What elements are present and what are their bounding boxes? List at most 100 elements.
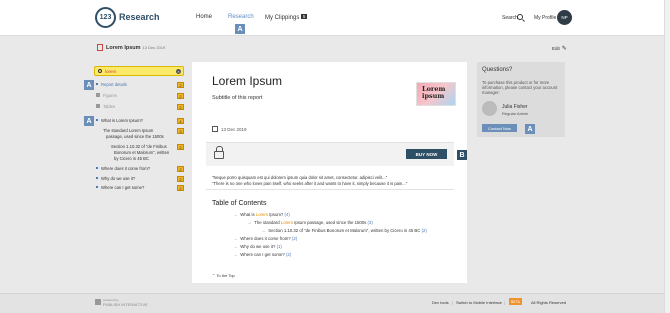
sidebar-toc-label: Where can I get some? [101,185,145,190]
sidebar-toc-item[interactable]: The standard Lorem Ipsum [103,128,153,133]
sidebar-toc-label-cont: by Cicero in 45 BC [114,156,149,161]
toc-item[interactable]: → Where does it come from? (2) [233,236,297,241]
lock-icon [214,146,224,159]
toc-text: Where does it come from? [240,236,291,241]
contact-name: Julia Fisher [502,104,528,110]
footer-separator: | [452,300,454,305]
toc-page-count: (3) [367,220,373,225]
sidebar-toc-label-cont: Bonorum et Malorum", written [114,150,170,155]
page-title: Lorem Ipsum [212,74,283,88]
sidebar-toc-item[interactable]: Where can I get some? [96,185,144,190]
toc-text: What is [240,212,256,217]
bullet-icon [96,167,98,169]
sidebar-item-label: Tables [103,104,116,109]
sidebar-toc-item[interactable]: Where does it come from? [96,166,150,171]
logo-badge[interactable]: 123 [95,7,116,28]
nav-my-clippings-label: My Clippings [265,15,300,21]
toc-page-count: (2) [291,236,298,241]
page-scrollbar[interactable] [664,0,670,313]
bullet-icon [96,177,98,179]
toc-item[interactable]: → What is Lorem Ipsum? (4) [233,212,290,217]
sidebar-item-figures[interactable]: Figures [96,93,117,98]
arrow-right-icon: → [233,236,238,241]
sidebar-item-tables[interactable]: Tables [96,104,115,109]
search-icon[interactable] [517,14,523,20]
arrow-right-icon: → [233,212,238,217]
sidebar-item-label: Report details [101,82,127,87]
footer-separator: | [504,300,506,305]
clear-icon[interactable]: × [176,69,181,74]
clippings-count-badge: 5 [301,14,307,19]
search-icon [98,69,102,73]
table-icon [96,104,100,108]
toc-text: Where can I get some? [240,252,285,257]
calendar-icon [212,126,218,132]
toc-item[interactable]: → Section 1.10.32 of "de Finibus Bonorum … [261,228,427,233]
toc-item[interactable]: → The standard Lorem Ipsum passage, used … [247,220,373,225]
breadcrumb-title: Lorem Ipsum [106,45,141,51]
search-link[interactable]: Search [502,15,518,21]
sidebar-toc-item[interactable]: Why do we use it? [96,176,135,181]
sidebar-toc-label: Where does it come from? [101,166,151,171]
sidebar-toc-item[interactable]: What is Lorem Ipsum? [96,118,143,123]
count-badge: 2 [177,176,184,182]
arrow-right-icon: → [247,220,252,225]
count-badge: 2 [177,82,184,88]
footer-beta-badge[interactable]: BETA [509,298,522,305]
buy-now-button[interactable]: BUY NOW [406,149,447,159]
sidebar-search-input[interactable]: lorem × [94,66,184,76]
footer-link-mobile[interactable]: Switch to Mobile Interface [456,300,502,305]
report-date: 13 Dec 2019 [221,127,247,132]
toc-page-count: (2) [285,252,292,257]
to-top-link[interactable]: ⌃ To the Top [212,273,235,278]
sidebar-item-report-details[interactable]: Report details [96,82,127,87]
footer-rights: All Rights Reserved [531,300,567,305]
count-badge: 3 [177,128,184,134]
publisher-logo-icon [95,299,101,305]
cover-text: Lorem ipsum [422,86,445,100]
questions-title: Questions? [482,67,513,73]
avatar[interactable]: NP [557,10,572,25]
count-badge: 2 [177,93,184,99]
count-badge: 2 [177,166,184,172]
toc-item[interactable]: → Where can I get some? (2) [233,252,291,257]
pdf-icon [97,44,103,51]
nav-home[interactable]: Home [196,14,212,20]
nav-research[interactable]: Research [228,14,254,20]
contact-now-button[interactable]: Contact Now [482,124,517,132]
sidebar-toc-label: The standard Lorem Ipsum [103,128,154,133]
breadcrumb: Lorem Ipsum 13 Dec 2019 [106,45,165,51]
bullet-icon [96,119,98,121]
contact-role: Regular Admin [502,111,529,116]
sidebar-toc-label: Section 1.10.32 of "de Finibus [111,144,167,149]
toc-text: Why do we use it? [240,244,276,249]
footer-link-dev-tools[interactable]: Dev tools [432,300,449,305]
toc-page-count: (4) [284,212,290,217]
toc-text: The standard [254,220,281,225]
my-profile-link[interactable]: My Profile [534,15,556,21]
toc-page-count: (2) [421,228,427,233]
bullet-icon [96,83,98,85]
sidebar-toc-item[interactable]: Section 1.10.32 of "de Finibus [111,144,167,149]
toc-text: Ipsum passage, used since the 1500s [293,220,367,225]
toc-title: Table of Contents [212,200,267,207]
quote-text: "There is no one who loves pain itself, … [212,181,408,186]
bullet-icon [96,186,98,188]
annotation-marker-a: A [235,24,245,34]
search-highlight: Lorem [280,220,293,225]
divider [206,189,454,190]
sidebar-toc-label-cont: passage, used since the 1500s [106,134,164,139]
edit-button[interactable]: Edit ✎ [552,45,567,52]
to-top-label: To the Top [216,273,235,278]
toc-page-count: (1) [276,244,282,249]
arrow-right-icon: → [261,228,266,233]
annotation-marker-a: A [525,124,535,134]
sidebar-item-label: Figures [103,93,117,98]
quote-text: "Neque porro quisquam est qui dolorem ip… [212,175,388,180]
contact-avatar [482,101,497,116]
questions-text: To purchase this product or for more inf… [482,80,558,95]
nav-my-clippings[interactable]: My Clippings 5 [265,14,307,21]
logo-text[interactable]: Research [119,12,160,22]
footer-logo-text: PUBLISH INTERACTIVE [103,302,148,307]
toc-item[interactable]: → Why do we use it? (1) [233,244,282,249]
